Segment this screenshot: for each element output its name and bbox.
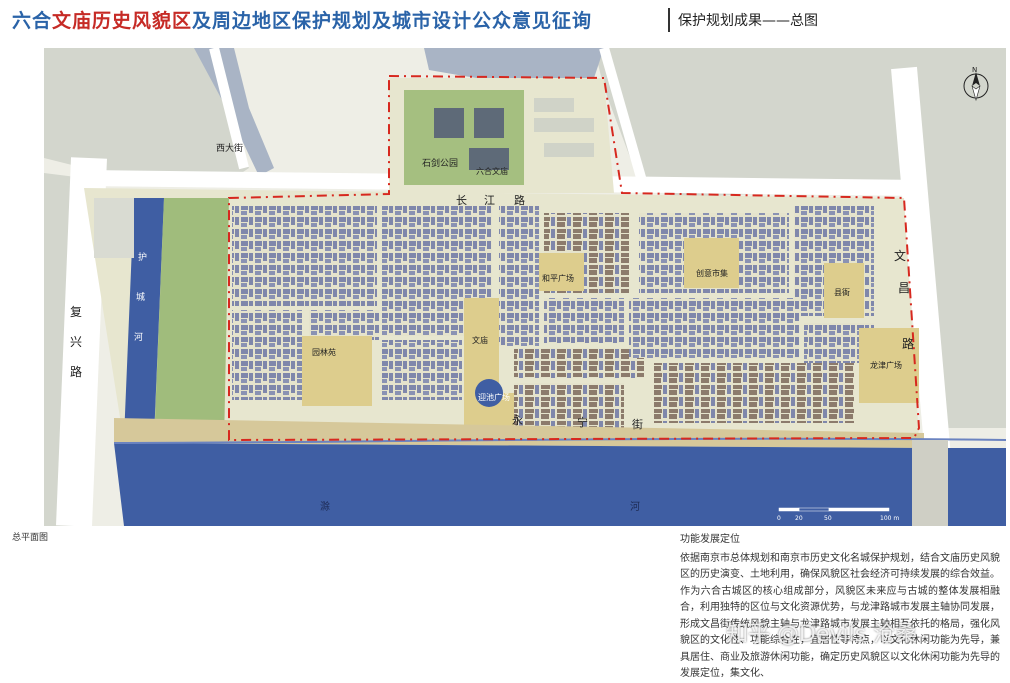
block-m — [654, 363, 854, 423]
label-wenchang-3: 路 — [902, 336, 914, 351]
label-moat-2: 城 — [136, 292, 145, 303]
label-yongning-3: 街 — [632, 417, 643, 431]
river-bridge — [912, 440, 948, 526]
yuanlin-plaza — [302, 336, 372, 406]
wenmiao-axis — [464, 298, 499, 393]
title-divider — [668, 8, 670, 32]
block-k — [514, 383, 624, 428]
label-fuxing-1: 复 — [70, 305, 82, 319]
annex-2 — [534, 118, 594, 132]
label-longjin-square: 龙津广场 — [870, 360, 902, 370]
temple-hall-2 — [474, 108, 504, 138]
description-heading: 功能发展定位 — [680, 534, 740, 545]
label-moat-3: 河 — [134, 331, 143, 343]
page-title: 六合文庙历史风貌区及周边地区保护规划及城市设计公众意见征询 — [12, 6, 592, 33]
label-wenchang-1: 文 — [894, 248, 906, 263]
description-block: 功能发展定位 依据南京市总体规划和南京市历史文化名城保护规划，结合文庙历史风貌区… — [680, 532, 1000, 683]
label-moat-1: 护 — [138, 251, 147, 263]
label-shijian-park: 石剑公园 — [422, 157, 458, 169]
title-prefix: 六合 — [12, 10, 53, 32]
label-xidajie: 西大街 — [216, 142, 243, 154]
label-chu-2: 河 — [630, 501, 640, 513]
block-g — [232, 310, 302, 400]
scale-label-100: 100 m — [880, 515, 899, 522]
block-i — [382, 340, 462, 400]
header: 六合文庙历史风貌区及周边地区保护规划及城市设计公众意见征询 保护规划成果——总图 — [0, 0, 1010, 42]
label-yuanlin: 园林苑 — [312, 347, 336, 357]
annex-3 — [544, 143, 594, 157]
block-c — [499, 206, 539, 346]
label-changjiang-1: 长 — [456, 194, 467, 207]
block-j — [514, 348, 644, 378]
label-wenshu: 文庙 — [472, 335, 488, 345]
north-label: N — [972, 66, 977, 74]
scale-label-50: 50 — [824, 515, 832, 522]
chu-river — [114, 443, 1006, 526]
title-highlight: 文庙历史风貌区 — [52, 10, 193, 32]
label-chuangyi-market: 创意市集 — [696, 268, 728, 278]
label-wenmiao: 六合文庙 — [476, 166, 508, 176]
label-yingchi-square: 迎池广场 — [478, 392, 510, 402]
label-yongning-1: 永 — [512, 413, 523, 427]
label-changjiang-2: 江 — [484, 194, 495, 207]
watermark: 知乎 @Devils 沧桑 — [726, 622, 918, 647]
page-subtitle: 保护规划成果——总图 — [678, 13, 818, 29]
map-caption: 总平面图 — [12, 533, 49, 543]
outer-block-ne — [594, 48, 1006, 198]
label-changjiang-3: 路 — [514, 194, 525, 207]
block-h — [309, 310, 379, 340]
temple-hall-1 — [434, 108, 464, 138]
annex-1 — [534, 98, 574, 112]
label-yongning-2: 宁 — [577, 415, 588, 429]
label-wenchang-2: 昌 — [898, 281, 910, 295]
label-fuxing-3: 路 — [70, 364, 82, 379]
label-fuxing-2: 兴 — [70, 335, 82, 349]
heping-plaza — [539, 253, 584, 291]
label-heping-square: 和平广场 — [542, 273, 574, 283]
label-chu-1: 滁 — [320, 500, 330, 513]
block-n — [544, 298, 624, 343]
label-xianya: 县衙 — [834, 287, 850, 297]
block-a — [232, 206, 377, 306]
master-plan-map: 西大街 石剑公园 六合文庙 长 江 路 复 兴 路 文 昌 路 永 宁 街 护 … — [44, 48, 1006, 526]
moat-greenbelt — [154, 198, 229, 443]
title-suffix: 及周边地区保护规划及城市设计公众意见征询 — [192, 10, 593, 32]
map-canvas: 西大街 石剑公园 六合文庙 长 江 路 复 兴 路 文 昌 路 永 宁 街 护 … — [44, 48, 1006, 526]
chuangyi-plaza — [684, 238, 739, 288]
scale-label-0: 0 — [777, 515, 781, 522]
west-compound — [94, 198, 134, 258]
block-l — [629, 298, 799, 358]
scale-label-20: 20 — [795, 515, 803, 522]
